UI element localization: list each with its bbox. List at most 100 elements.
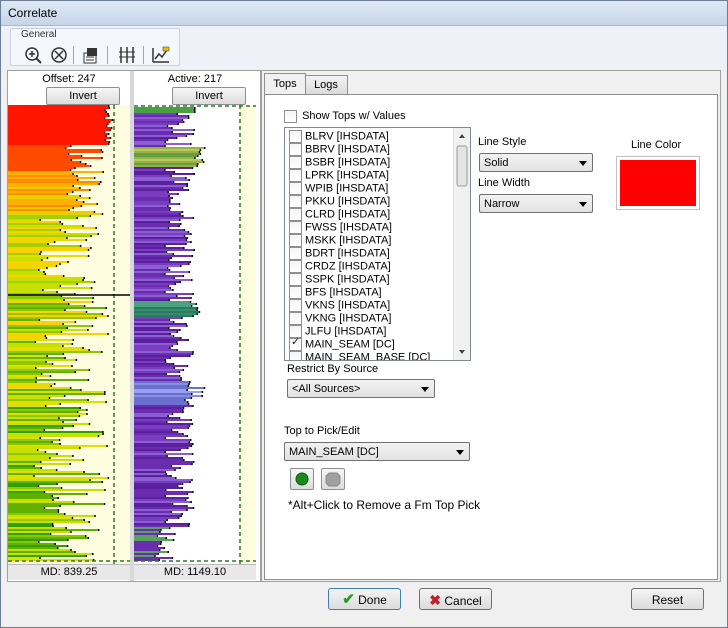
offset-log-trace: [107, 143, 110, 145]
list-item[interactable]: BDRT [IHSDATA]: [285, 247, 453, 260]
list-item[interactable]: BBRV [IHSDATA]: [285, 143, 453, 156]
offset-log-bar: [8, 189, 90, 191]
top-checkbox[interactable]: [289, 156, 302, 169]
active-log-track[interactable]: [134, 105, 256, 564]
top-checkbox[interactable]: [289, 273, 302, 286]
active-log-bar: [134, 137, 176, 139]
top-checkbox[interactable]: [289, 312, 302, 325]
active-log-trace: [185, 243, 187, 245]
reset-button[interactable]: Reset: [631, 588, 704, 610]
top-checkbox[interactable]: [289, 169, 302, 182]
restrict-source-select[interactable]: <All Sources>: [287, 379, 435, 398]
top-checkbox[interactable]: [289, 286, 302, 299]
offset-log-bar: [8, 273, 45, 275]
tops-list[interactable]: BLRV [IHSDATA] BBRV [IHSDATA] BSBR [IHSDAT…: [284, 127, 471, 361]
top-checkbox[interactable]: [289, 234, 302, 247]
list-item[interactable]: WPIB [IHSDATA]: [285, 182, 453, 195]
top-to-pick-select[interactable]: MAIN_SEAM [DC]: [284, 442, 470, 461]
done-button[interactable]: ✔ Done: [328, 588, 401, 610]
list-item[interactable]: BFS [IHSDATA]: [285, 286, 453, 299]
offset-log-bar: [8, 271, 44, 273]
top-checkbox[interactable]: [289, 351, 302, 360]
top-checkbox[interactable]: [289, 143, 302, 156]
offset-log-trace: [64, 231, 66, 233]
offset-log-track[interactable]: [8, 105, 130, 564]
active-log-bar: [134, 343, 177, 345]
top-checkbox[interactable]: [289, 182, 302, 195]
top-checkbox[interactable]: [289, 208, 302, 221]
list-item[interactable]: FWSS [IHSDATA]: [285, 221, 453, 234]
line-style-select[interactable]: Solid: [479, 153, 593, 172]
offset-log-trace: [38, 541, 40, 543]
list-item[interactable]: BSBR [IHSDATA]: [285, 156, 453, 169]
active-log-bar: [134, 447, 188, 449]
tab-tops[interactable]: Tops: [264, 73, 306, 94]
cancel-button[interactable]: ✖ Cancel: [419, 588, 492, 610]
list-item[interactable]: BLRV [IHSDATA]: [285, 130, 453, 143]
active-log-trace: [198, 151, 201, 153]
offset-log-bar: [8, 303, 68, 305]
active-log-bar: [134, 117, 188, 119]
toolbar-group-general: General: [10, 28, 180, 66]
top-checkbox[interactable]: [289, 195, 302, 208]
top-checkbox[interactable]: [289, 130, 302, 143]
list-item[interactable]: MAIN_SEAM [DC]: [285, 336, 453, 351]
offset-log-trace: [62, 345, 64, 347]
show-tops-with-values-option[interactable]: Show Tops w/ Values: [284, 110, 406, 123]
list-item[interactable]: LPRK [IHSDATA]: [285, 169, 453, 182]
offset-log-trace: [93, 177, 96, 179]
offset-log-trace: [71, 191, 74, 193]
list-item[interactable]: JLFU [IHSDATA]: [285, 325, 453, 338]
active-log-trace: [191, 255, 194, 257]
active-log-trace: [196, 163, 199, 165]
active-log-trace: [156, 545, 159, 547]
active-log-bar: [134, 131, 172, 133]
active-log-trace: [170, 511, 173, 513]
top-checkbox[interactable]: [289, 221, 302, 234]
list-item[interactable]: MAIN_SEAM_BASE [DC]: [285, 351, 453, 360]
list-item[interactable]: SSPK [IHSDATA]: [285, 273, 453, 286]
active-log-bar: [134, 465, 171, 467]
list-item[interactable]: CRDZ [IHSDATA]: [285, 260, 453, 273]
list-item[interactable]: MSKK [IHSDATA]: [285, 234, 453, 247]
edit-pick-icon[interactable]: [151, 45, 171, 65]
active-log-bar: [134, 165, 197, 167]
active-log-bar: [134, 287, 170, 289]
title-bar: Correlate: [1, 1, 727, 26]
top-checkbox[interactable]: [289, 299, 302, 312]
offset-log-trace: [98, 183, 100, 185]
offset-log-bar: [8, 415, 79, 417]
active-log-trace: [175, 477, 177, 479]
offset-log-bar: [8, 325, 92, 327]
list-item[interactable]: VKNS [IHSDATA]: [285, 299, 453, 312]
active-log-trace: [173, 277, 175, 279]
active-log-trace: [165, 373, 167, 375]
active-log-bar: [134, 197, 172, 199]
export-icon[interactable]: [81, 45, 101, 65]
line-width-select[interactable]: Narrow: [479, 194, 593, 213]
offset-log-bar: [8, 527, 66, 529]
top-checkbox[interactable]: [289, 260, 302, 273]
offset-log-bar: [8, 127, 111, 129]
pick-top-button[interactable]: [290, 468, 314, 490]
invert-offset-button[interactable]: Invert: [46, 87, 120, 105]
list-item[interactable]: VKNG [IHSDATA]: [285, 312, 453, 325]
invert-active-button[interactable]: Invert: [172, 87, 246, 105]
line-color-swatch[interactable]: [616, 156, 700, 210]
stop-pick-button[interactable]: [321, 468, 345, 490]
tab-logs[interactable]: Logs: [304, 75, 348, 94]
offset-log-bar: [8, 443, 60, 445]
show-tops-checkbox[interactable]: [284, 110, 297, 123]
list-item[interactable]: PKKU [IHSDATA]: [285, 195, 453, 208]
zoom-in-icon[interactable]: [23, 45, 43, 65]
track-lines-icon[interactable]: [117, 45, 137, 65]
active-log-bar: [134, 535, 157, 537]
top-checkbox[interactable]: [289, 247, 302, 260]
zoom-out-icon[interactable]: [49, 45, 69, 65]
top-checkbox[interactable]: [289, 336, 302, 351]
tops-list-scrollbar[interactable]: [453, 128, 470, 360]
offset-log-trace: [104, 139, 107, 141]
active-log-bar: [134, 355, 189, 357]
active-log-bar: [134, 281, 180, 283]
list-item[interactable]: CLRD [IHSDATA]: [285, 208, 453, 221]
